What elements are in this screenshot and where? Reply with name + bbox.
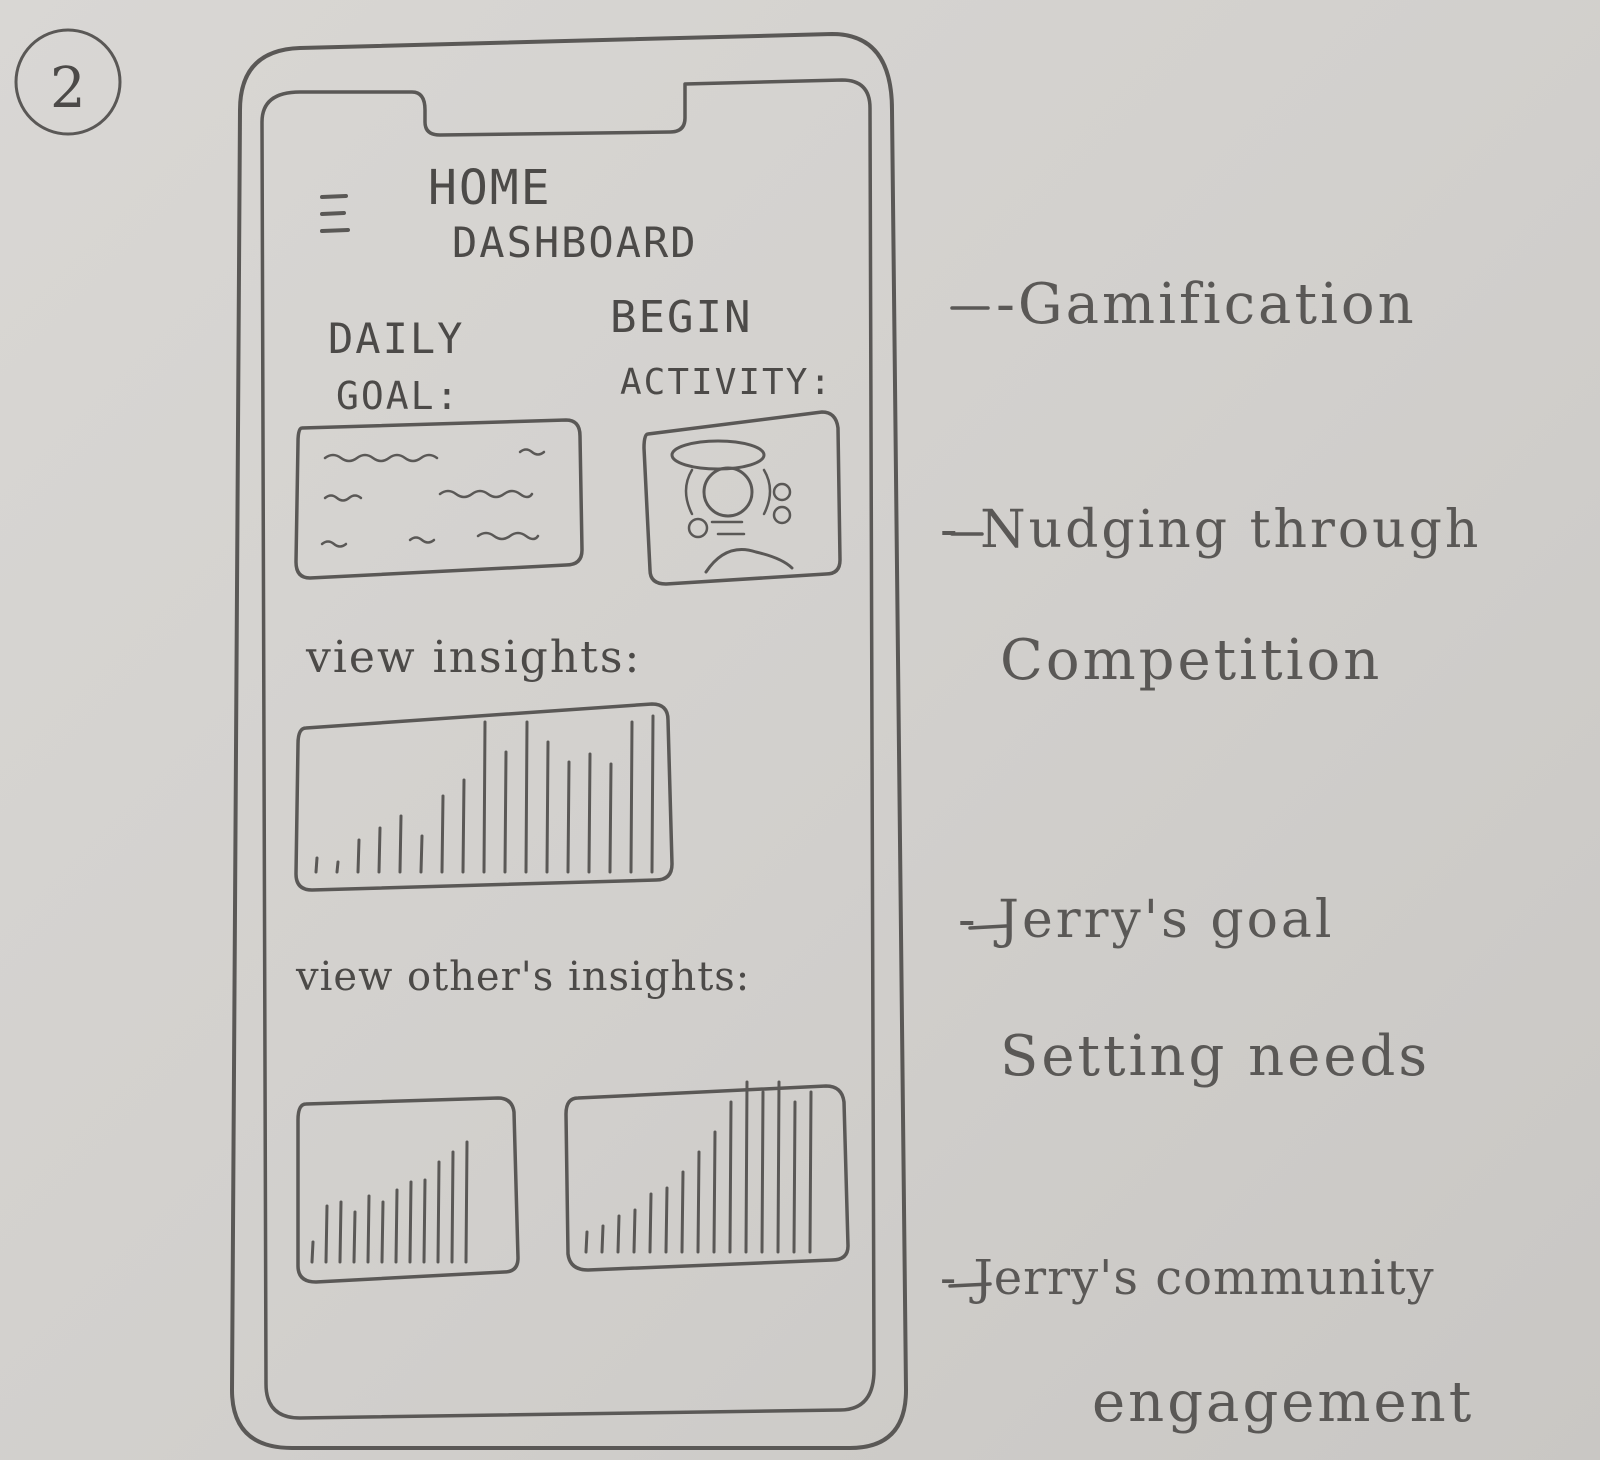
daily-goal-label-2: GOAL:: [336, 374, 461, 418]
sketch-bar: [314, 856, 319, 874]
hamburger-icon[interactable]: [320, 194, 350, 233]
sketch-bar: [776, 1080, 781, 1254]
sketch-bar: [366, 1194, 371, 1264]
begin-activity-label-1: BEGIN: [610, 292, 753, 343]
character-avatar-icon: [670, 439, 794, 574]
sketch-bar: [398, 814, 403, 874]
annotation-goal-setting: - Jerry's goal: [958, 890, 1335, 950]
sketch-bar: [696, 1150, 701, 1254]
sketch-bar: [648, 1192, 653, 1254]
sketch-bar: [324, 1204, 329, 1264]
sketch-bar: [616, 1214, 621, 1254]
page-title-home: HOME: [428, 160, 552, 216]
others-insights-chart-1[interactable]: [296, 1096, 520, 1284]
sketch-bar: [464, 1140, 469, 1264]
page-title-dashboard: DASHBOARD: [452, 218, 698, 267]
sketch-bar: [310, 1240, 315, 1264]
sketch-bar: [419, 834, 424, 874]
others-insights-chart-2[interactable]: [564, 1080, 850, 1272]
sketch-bar: [792, 1100, 797, 1254]
page-number: 2: [50, 56, 86, 121]
scribble-line: [320, 540, 348, 548]
sketch-bar: [650, 714, 655, 874]
annotation-gamification: -Gamification: [996, 272, 1417, 337]
begin-activity-label-2: ACTIVITY:: [620, 362, 834, 403]
view-others-insights-label: view other's insights:: [296, 954, 751, 1000]
sketch-bar: [760, 1090, 765, 1254]
sketch-bar: [632, 1208, 637, 1254]
sketch-bar: [377, 826, 382, 874]
annotation-dashes: [948, 306, 1008, 1288]
sketch-bar: [584, 1230, 589, 1254]
sketch-bar: [608, 762, 613, 874]
sketch-bar: [808, 1090, 813, 1254]
sketch-bar: [600, 1224, 605, 1254]
sketch-bar: [461, 778, 466, 874]
begin-activity-card[interactable]: [642, 410, 842, 586]
sketch-bar: [680, 1170, 685, 1254]
sketch-bar: [380, 1200, 385, 1264]
sketch-bar: [436, 1160, 441, 1264]
daily-goal-card[interactable]: [294, 418, 584, 580]
sketch-bar: [422, 1178, 427, 1264]
annotation-setting-needs: Setting needs: [1000, 1024, 1431, 1089]
annotation-community: - Jerry's community: [940, 1250, 1435, 1306]
sketch-bar: [728, 1100, 733, 1254]
daily-goal-label-1: DAILY: [328, 314, 465, 363]
sketch-bar: [352, 1210, 357, 1264]
sketch-bar: [664, 1186, 669, 1254]
annotation-engagement: engagement: [1092, 1370, 1475, 1435]
sketch-bar: [545, 740, 550, 874]
sketch-bar: [482, 720, 487, 874]
sketch-bar: [503, 750, 508, 874]
sketch-canvas: [14, 28, 1008, 1450]
sketch-bar: [338, 1200, 343, 1264]
scribble-line: [323, 453, 439, 463]
sketch-bar: [440, 794, 445, 874]
scribble-line: [476, 531, 540, 541]
sketch-bar: [356, 838, 361, 874]
sketch-bar: [450, 1150, 455, 1264]
sketch-bar: [629, 720, 634, 874]
sketch-bar: [712, 1130, 717, 1254]
annotation-competition: Competition: [1000, 628, 1383, 693]
annotation-nudging: - Nudging through: [940, 500, 1482, 560]
sketch-bar: [408, 1180, 413, 1264]
sketch-bar: [335, 860, 340, 874]
sketch-bar: [587, 752, 592, 874]
scribble-line: [323, 494, 363, 502]
scribble-line: [438, 489, 534, 499]
view-insights-label: view insights:: [306, 632, 642, 683]
sketch-bar: [394, 1188, 399, 1264]
scribble-line: [518, 448, 546, 456]
scribble-line: [408, 536, 436, 544]
sketch-bar: [524, 720, 529, 874]
sketch-bar: [744, 1080, 749, 1254]
sketch-bar: [566, 760, 571, 874]
insights-chart[interactable]: [294, 702, 674, 892]
